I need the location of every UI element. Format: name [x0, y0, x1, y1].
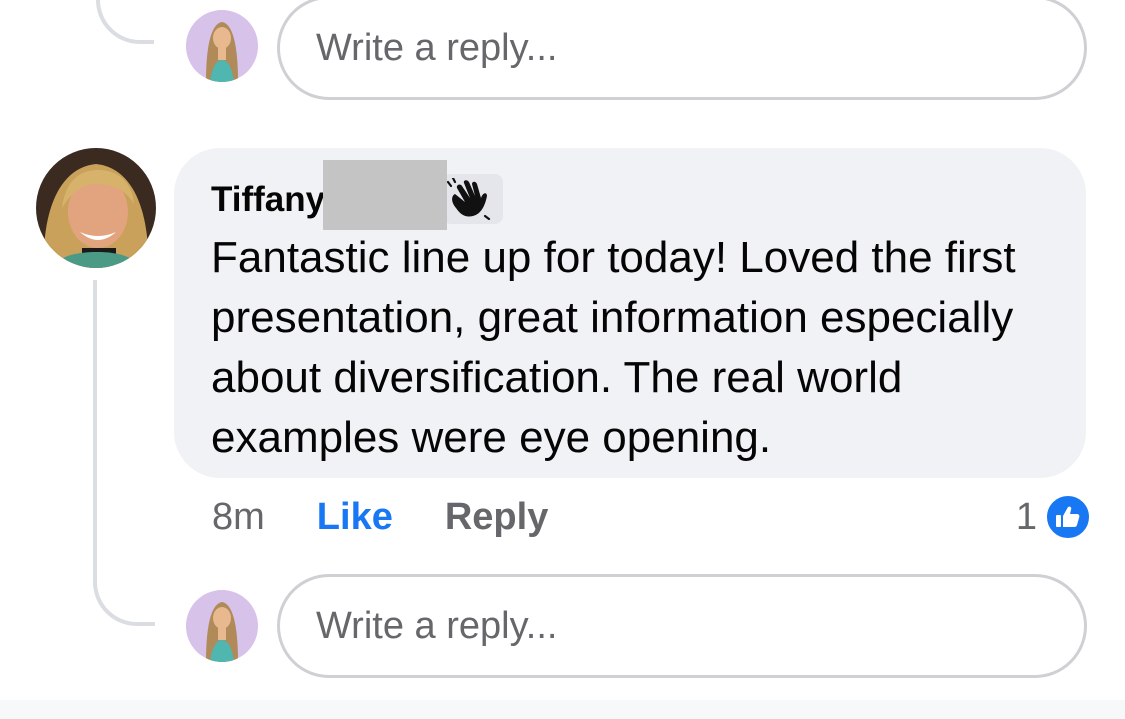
- thumbs-up-glyph: [1056, 506, 1080, 527]
- avatar-image: [186, 590, 258, 662]
- reply-placeholder: Write a reply...: [316, 604, 558, 647]
- waving-hand-icon: [447, 178, 491, 220]
- thumbs-up-icon: [1045, 494, 1091, 540]
- reply-button[interactable]: Reply: [445, 496, 548, 539]
- current-user-avatar[interactable]: [186, 590, 258, 662]
- section-divider: [0, 700, 1125, 719]
- reply-input[interactable]: Write a reply...: [277, 0, 1087, 100]
- comment-timestamp[interactable]: 8m: [212, 496, 265, 539]
- like-button[interactable]: Like: [317, 496, 393, 539]
- reaction-count: 1: [1015, 495, 1037, 538]
- commenter-avatar[interactable]: [36, 148, 156, 268]
- thread-connector-top: [96, 0, 154, 44]
- comment-bubble: Tiffany Fantastic line up for today! Lov…: [174, 148, 1086, 478]
- reply-input[interactable]: Write a reply...: [277, 574, 1087, 678]
- avatar-image: [36, 148, 156, 268]
- reply-placeholder: Write a reply...: [316, 26, 558, 69]
- avatar-image: [186, 10, 258, 82]
- reaction-summary[interactable]: 1: [1016, 493, 1091, 541]
- comment-actions: 8m Like Reply: [212, 494, 548, 540]
- comment-thread: Write a reply... Tiffany Fantastic line …: [0, 0, 1125, 719]
- thread-connector: [93, 280, 155, 626]
- redacted-surname: [323, 160, 448, 230]
- comment-text: Fantastic line up for today! Loved the f…: [211, 233, 1016, 462]
- comment-author-name[interactable]: Tiffany: [211, 182, 325, 217]
- current-user-avatar[interactable]: [186, 10, 258, 82]
- comment-author-row: Tiffany: [211, 160, 1050, 230]
- waving-hand-badge: [443, 174, 504, 224]
